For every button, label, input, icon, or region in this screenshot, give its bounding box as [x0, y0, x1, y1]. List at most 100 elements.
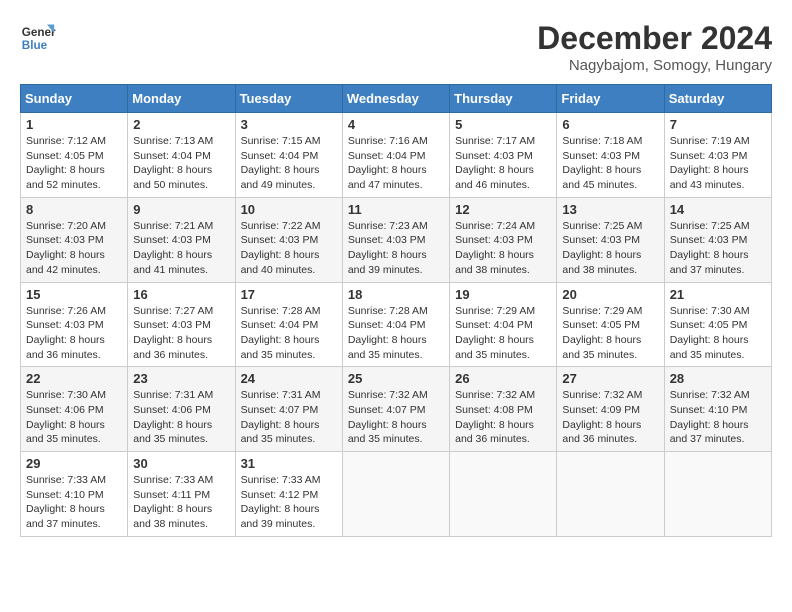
day-info: Sunrise: 7:16 AM Sunset: 4:04 PM Dayligh…: [348, 134, 444, 193]
day-info: Sunrise: 7:15 AM Sunset: 4:04 PM Dayligh…: [241, 134, 337, 193]
day-number: 22: [26, 371, 122, 386]
calendar-day-cell: 2 Sunrise: 7:13 AM Sunset: 4:04 PM Dayli…: [128, 113, 235, 198]
calendar-day-cell: 26 Sunrise: 7:32 AM Sunset: 4:08 PM Dayl…: [450, 367, 557, 452]
day-of-week-header: Sunday: [21, 85, 128, 113]
calendar-day-cell: 27 Sunrise: 7:32 AM Sunset: 4:09 PM Dayl…: [557, 367, 664, 452]
day-of-week-header: Friday: [557, 85, 664, 113]
calendar-day-cell: 1 Sunrise: 7:12 AM Sunset: 4:05 PM Dayli…: [21, 113, 128, 198]
day-number: 30: [133, 456, 229, 471]
day-info: Sunrise: 7:26 AM Sunset: 4:03 PM Dayligh…: [26, 304, 122, 363]
day-info: Sunrise: 7:22 AM Sunset: 4:03 PM Dayligh…: [241, 219, 337, 278]
day-info: Sunrise: 7:33 AM Sunset: 4:10 PM Dayligh…: [26, 473, 122, 532]
day-info: Sunrise: 7:33 AM Sunset: 4:11 PM Dayligh…: [133, 473, 229, 532]
day-info: Sunrise: 7:28 AM Sunset: 4:04 PM Dayligh…: [241, 304, 337, 363]
svg-text:Blue: Blue: [22, 39, 48, 52]
day-number: 8: [26, 202, 122, 217]
day-info: Sunrise: 7:32 AM Sunset: 4:08 PM Dayligh…: [455, 388, 551, 447]
day-info: Sunrise: 7:12 AM Sunset: 4:05 PM Dayligh…: [26, 134, 122, 193]
empty-cell: [342, 452, 449, 537]
day-number: 25: [348, 371, 444, 386]
day-number: 21: [670, 287, 766, 302]
day-number: 14: [670, 202, 766, 217]
calendar-day-cell: 14 Sunrise: 7:25 AM Sunset: 4:03 PM Dayl…: [664, 197, 771, 282]
day-info: Sunrise: 7:31 AM Sunset: 4:07 PM Dayligh…: [241, 388, 337, 447]
calendar-day-cell: 21 Sunrise: 7:30 AM Sunset: 4:05 PM Dayl…: [664, 282, 771, 367]
calendar-day-cell: 28 Sunrise: 7:32 AM Sunset: 4:10 PM Dayl…: [664, 367, 771, 452]
day-of-week-header: Saturday: [664, 85, 771, 113]
calendar-day-cell: 30 Sunrise: 7:33 AM Sunset: 4:11 PM Dayl…: [128, 452, 235, 537]
calendar-day-cell: 16 Sunrise: 7:27 AM Sunset: 4:03 PM Dayl…: [128, 282, 235, 367]
calendar-day-cell: 24 Sunrise: 7:31 AM Sunset: 4:07 PM Dayl…: [235, 367, 342, 452]
logo-icon: General Blue: [20, 20, 56, 56]
day-info: Sunrise: 7:30 AM Sunset: 4:05 PM Dayligh…: [670, 304, 766, 363]
day-info: Sunrise: 7:32 AM Sunset: 4:09 PM Dayligh…: [562, 388, 658, 447]
day-number: 7: [670, 117, 766, 132]
day-number: 16: [133, 287, 229, 302]
day-number: 2: [133, 117, 229, 132]
day-number: 15: [26, 287, 122, 302]
day-info: Sunrise: 7:25 AM Sunset: 4:03 PM Dayligh…: [670, 219, 766, 278]
day-info: Sunrise: 7:20 AM Sunset: 4:03 PM Dayligh…: [26, 219, 122, 278]
day-number: 23: [133, 371, 229, 386]
day-number: 17: [241, 287, 337, 302]
subtitle: Nagybajom, Somogy, Hungary: [537, 57, 772, 74]
day-info: Sunrise: 7:27 AM Sunset: 4:03 PM Dayligh…: [133, 304, 229, 363]
day-number: 26: [455, 371, 551, 386]
day-number: 13: [562, 202, 658, 217]
day-info: Sunrise: 7:23 AM Sunset: 4:03 PM Dayligh…: [348, 219, 444, 278]
day-number: 5: [455, 117, 551, 132]
day-info: Sunrise: 7:21 AM Sunset: 4:03 PM Dayligh…: [133, 219, 229, 278]
day-of-week-header: Wednesday: [342, 85, 449, 113]
calendar-day-cell: 31 Sunrise: 7:33 AM Sunset: 4:12 PM Dayl…: [235, 452, 342, 537]
calendar-day-cell: 5 Sunrise: 7:17 AM Sunset: 4:03 PM Dayli…: [450, 113, 557, 198]
day-number: 6: [562, 117, 658, 132]
day-info: Sunrise: 7:18 AM Sunset: 4:03 PM Dayligh…: [562, 134, 658, 193]
calendar-day-cell: 7 Sunrise: 7:19 AM Sunset: 4:03 PM Dayli…: [664, 113, 771, 198]
day-number: 12: [455, 202, 551, 217]
day-number: 1: [26, 117, 122, 132]
day-info: Sunrise: 7:29 AM Sunset: 4:05 PM Dayligh…: [562, 304, 658, 363]
calendar-day-cell: 17 Sunrise: 7:28 AM Sunset: 4:04 PM Dayl…: [235, 282, 342, 367]
day-info: Sunrise: 7:13 AM Sunset: 4:04 PM Dayligh…: [133, 134, 229, 193]
page-header: General Blue December 2024 Nagybajom, So…: [20, 20, 772, 74]
day-info: Sunrise: 7:25 AM Sunset: 4:03 PM Dayligh…: [562, 219, 658, 278]
calendar-day-cell: 4 Sunrise: 7:16 AM Sunset: 4:04 PM Dayli…: [342, 113, 449, 198]
day-number: 9: [133, 202, 229, 217]
calendar-day-cell: 8 Sunrise: 7:20 AM Sunset: 4:03 PM Dayli…: [21, 197, 128, 282]
calendar-day-cell: 18 Sunrise: 7:28 AM Sunset: 4:04 PM Dayl…: [342, 282, 449, 367]
calendar-day-cell: 19 Sunrise: 7:29 AM Sunset: 4:04 PM Dayl…: [450, 282, 557, 367]
title-area: December 2024 Nagybajom, Somogy, Hungary: [537, 20, 772, 74]
day-number: 3: [241, 117, 337, 132]
calendar-day-cell: 12 Sunrise: 7:24 AM Sunset: 4:03 PM Dayl…: [450, 197, 557, 282]
day-number: 27: [562, 371, 658, 386]
day-info: Sunrise: 7:19 AM Sunset: 4:03 PM Dayligh…: [670, 134, 766, 193]
day-number: 10: [241, 202, 337, 217]
calendar-day-cell: 13 Sunrise: 7:25 AM Sunset: 4:03 PM Dayl…: [557, 197, 664, 282]
day-number: 4: [348, 117, 444, 132]
calendar-header: SundayMondayTuesdayWednesdayThursdayFrid…: [21, 85, 772, 113]
calendar-day-cell: 9 Sunrise: 7:21 AM Sunset: 4:03 PM Dayli…: [128, 197, 235, 282]
day-number: 18: [348, 287, 444, 302]
main-title: December 2024: [537, 20, 772, 57]
calendar-day-cell: 6 Sunrise: 7:18 AM Sunset: 4:03 PM Dayli…: [557, 113, 664, 198]
calendar-day-cell: 29 Sunrise: 7:33 AM Sunset: 4:10 PM Dayl…: [21, 452, 128, 537]
day-number: 20: [562, 287, 658, 302]
calendar-day-cell: 22 Sunrise: 7:30 AM Sunset: 4:06 PM Dayl…: [21, 367, 128, 452]
day-info: Sunrise: 7:33 AM Sunset: 4:12 PM Dayligh…: [241, 473, 337, 532]
day-info: Sunrise: 7:24 AM Sunset: 4:03 PM Dayligh…: [455, 219, 551, 278]
empty-cell: [450, 452, 557, 537]
day-number: 28: [670, 371, 766, 386]
day-info: Sunrise: 7:31 AM Sunset: 4:06 PM Dayligh…: [133, 388, 229, 447]
calendar-day-cell: 10 Sunrise: 7:22 AM Sunset: 4:03 PM Dayl…: [235, 197, 342, 282]
day-number: 19: [455, 287, 551, 302]
day-info: Sunrise: 7:32 AM Sunset: 4:10 PM Dayligh…: [670, 388, 766, 447]
calendar-table: SundayMondayTuesdayWednesdayThursdayFrid…: [20, 84, 772, 537]
empty-cell: [557, 452, 664, 537]
empty-cell: [664, 452, 771, 537]
day-info: Sunrise: 7:32 AM Sunset: 4:07 PM Dayligh…: [348, 388, 444, 447]
day-info: Sunrise: 7:17 AM Sunset: 4:03 PM Dayligh…: [455, 134, 551, 193]
calendar-day-cell: 25 Sunrise: 7:32 AM Sunset: 4:07 PM Dayl…: [342, 367, 449, 452]
day-info: Sunrise: 7:30 AM Sunset: 4:06 PM Dayligh…: [26, 388, 122, 447]
calendar-day-cell: 23 Sunrise: 7:31 AM Sunset: 4:06 PM Dayl…: [128, 367, 235, 452]
calendar-day-cell: 20 Sunrise: 7:29 AM Sunset: 4:05 PM Dayl…: [557, 282, 664, 367]
